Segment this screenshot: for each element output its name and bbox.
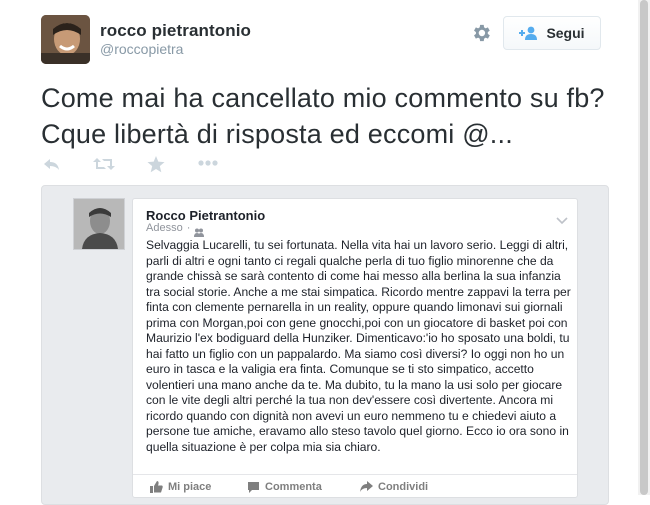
retweet-icon[interactable] [93, 156, 115, 174]
author-avatar[interactable] [41, 15, 90, 64]
audience-friends-icon [194, 224, 204, 237]
fb-time-separator: · [186, 222, 191, 234]
fb-post-body: Selvaggia Lucarelli, tu sei fortunata. N… [146, 238, 571, 454]
fb-comment-label: Commenta [265, 481, 322, 493]
like-icon [150, 481, 163, 493]
gear-icon[interactable] [470, 22, 492, 44]
fb-actions-divider [133, 474, 577, 475]
follow-label: Segui [546, 25, 585, 41]
tweet-text: Come mai ha cancellato mio commento su f… [41, 83, 605, 149]
fb-time-text: Adesso [146, 222, 183, 234]
favorite-icon[interactable] [147, 156, 165, 174]
fb-share-label: Condividi [378, 481, 429, 493]
more-icon[interactable] [198, 160, 218, 178]
author-handle[interactable]: @roccopietra [100, 41, 183, 57]
fb-like-label: Mi piace [168, 481, 212, 493]
chevron-down-icon[interactable] [556, 212, 568, 225]
fb-post-author: Rocco Pietrantonio [146, 208, 266, 223]
fb-post-time: Adesso · [146, 222, 194, 234]
scrollbar-thumb[interactable] [640, 0, 648, 495]
fb-share-button[interactable]: Condividi [360, 481, 428, 493]
comment-icon [248, 482, 259, 493]
fb-comment-button[interactable]: Commenta [247, 481, 322, 493]
follow-user-icon [519, 26, 538, 40]
fb-profile-photo [73, 198, 125, 250]
share-icon [360, 481, 373, 492]
fb-like-button[interactable]: Mi piace [150, 481, 211, 493]
follow-button[interactable]: Segui [503, 16, 601, 50]
reply-icon[interactable] [43, 156, 61, 174]
author-name[interactable]: rocco pietrantonio [100, 21, 251, 41]
